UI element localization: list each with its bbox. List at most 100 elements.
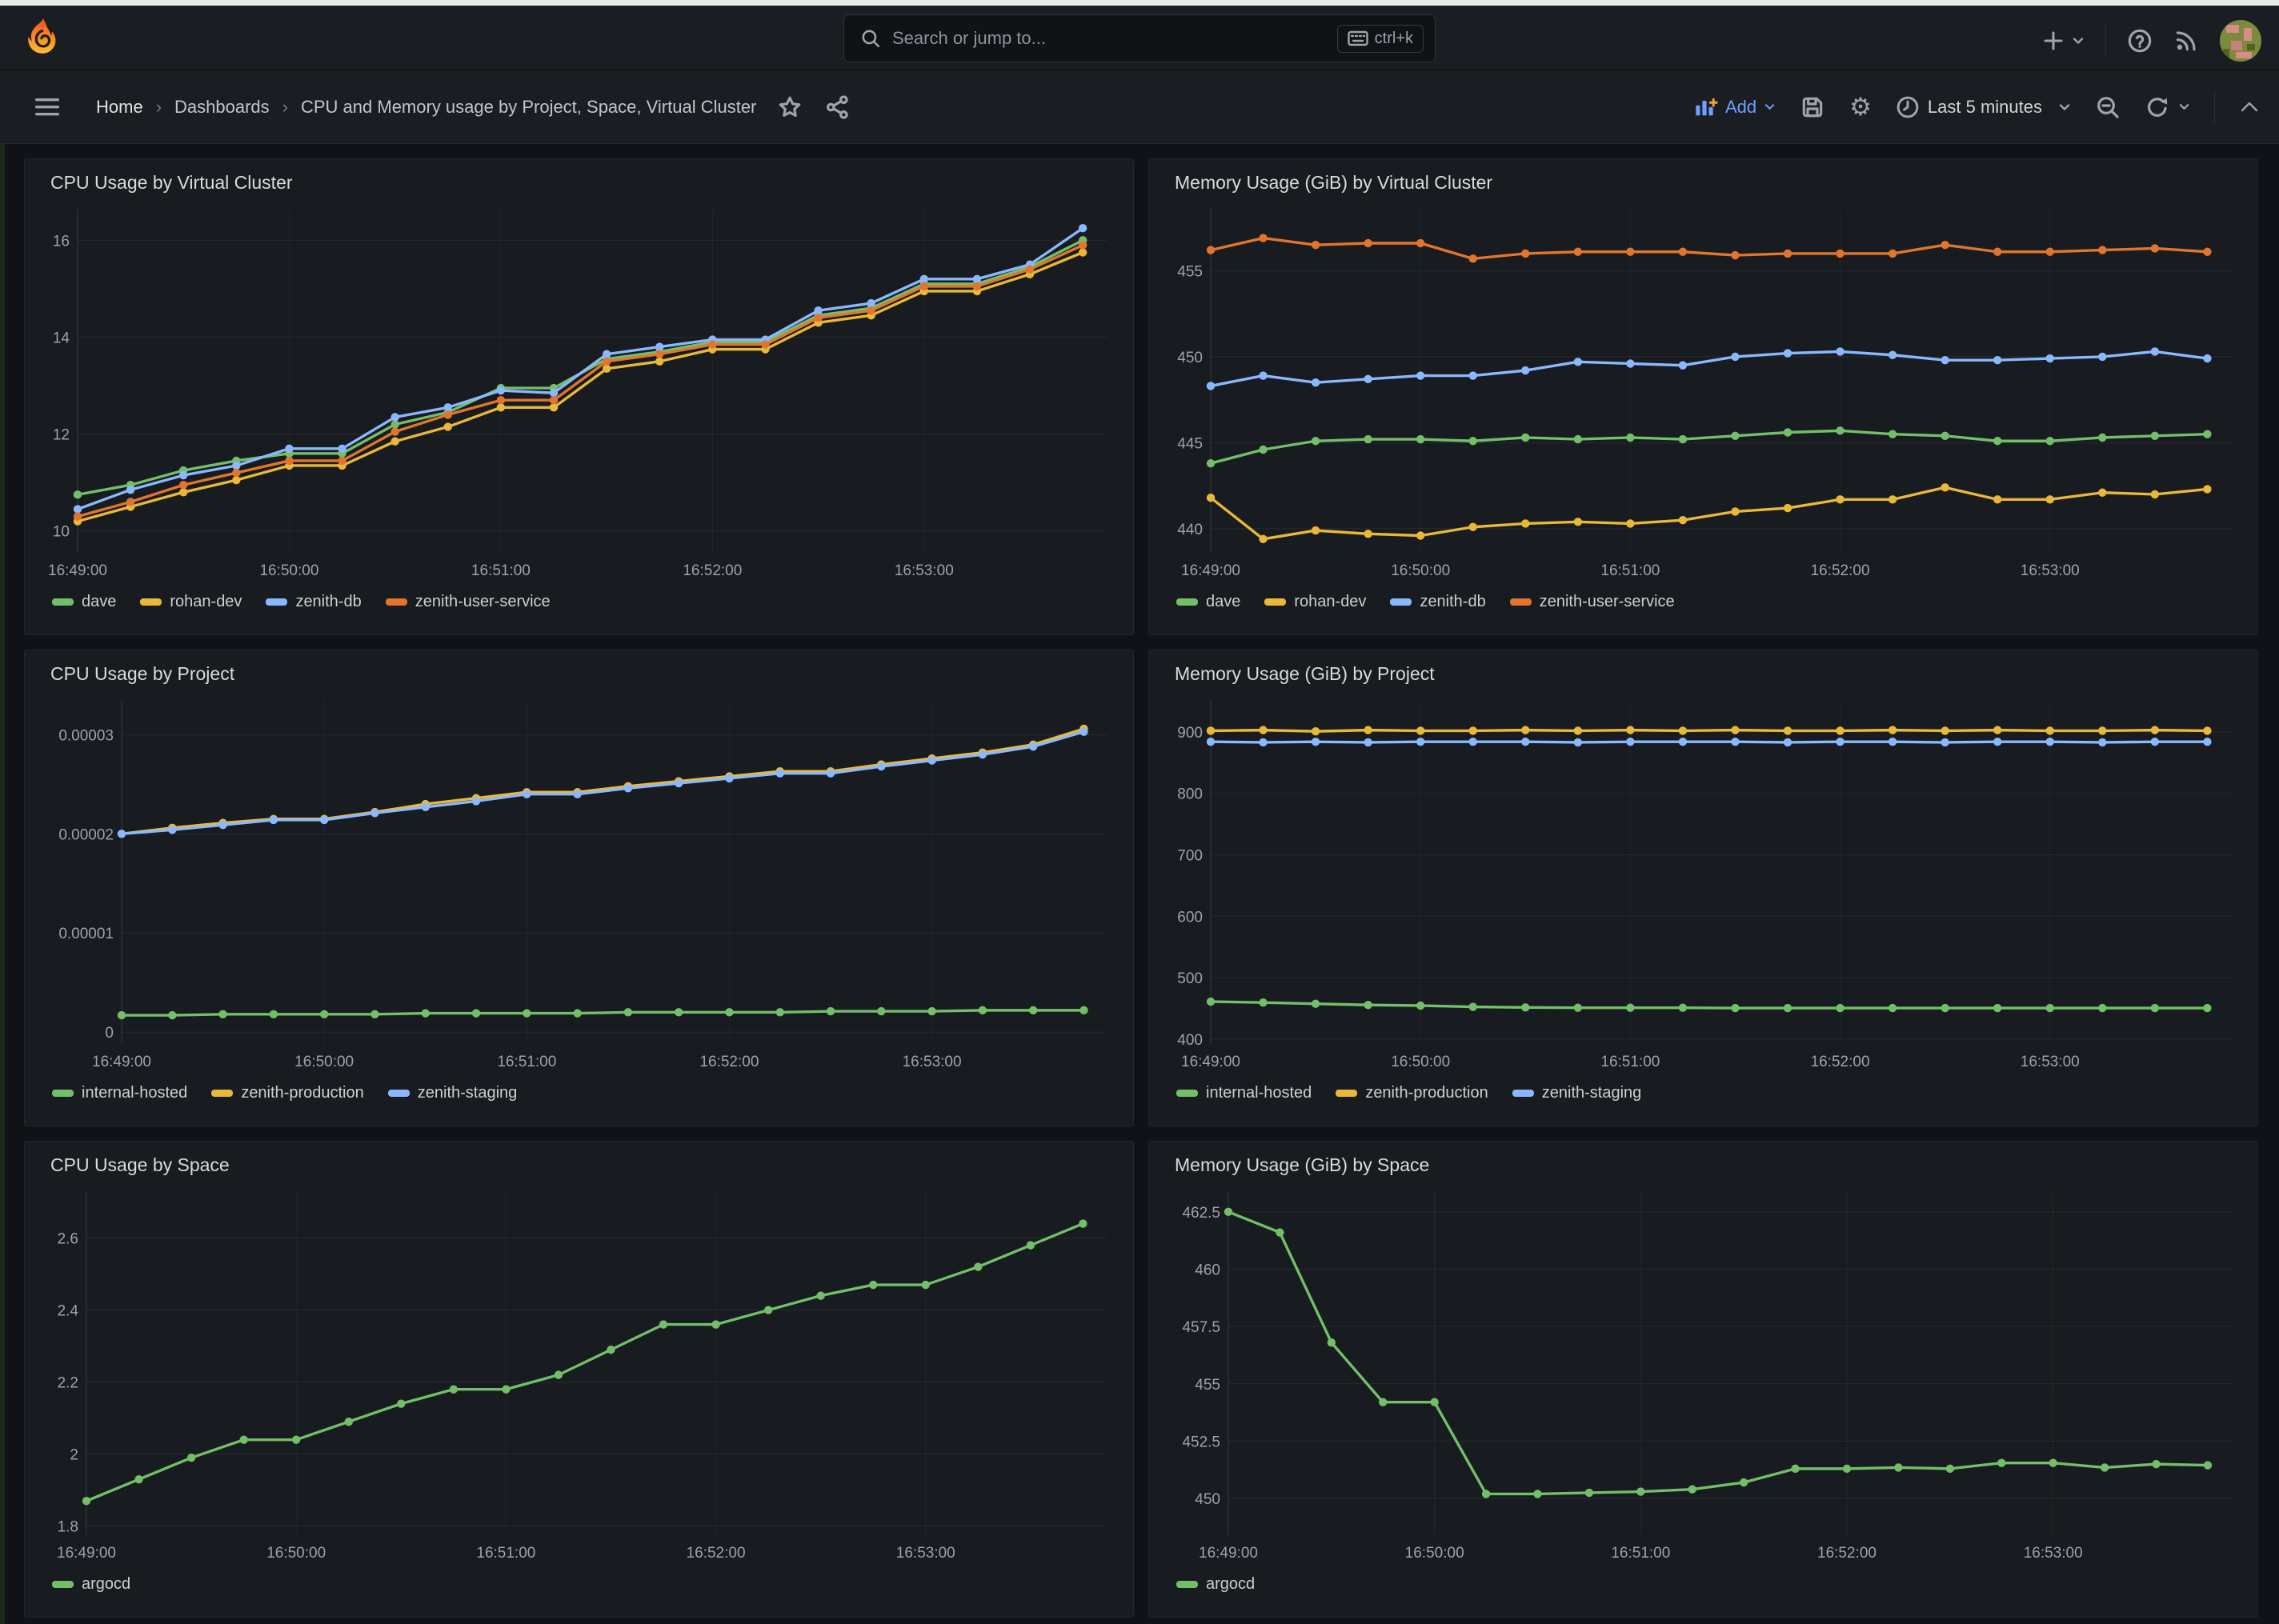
legend-item-rohan-dev[interactable]: rohan-dev <box>1264 593 1366 611</box>
legend-item-zenith-staging[interactable]: zenith-staging <box>1512 1084 1642 1102</box>
panel-title[interactable]: Memory Usage (GiB) by Space <box>1164 1150 2243 1183</box>
panel-title[interactable]: CPU Usage by Project <box>39 658 1119 692</box>
series-point-argocd <box>1224 1208 1232 1216</box>
chart-cpu-by-project[interactable]: 00.000010.000020.0000316:49:0016:50:0016… <box>39 692 1119 1074</box>
legend-item-zenith-production[interactable]: zenith-production <box>1336 1084 1488 1102</box>
panel-title[interactable]: CPU Usage by Space <box>39 1150 1119 1183</box>
legend-item-zenith-user-service[interactable]: zenith-user-service <box>1510 593 1675 611</box>
news-rss-button[interactable] <box>2173 28 2199 54</box>
series-point-argocd <box>82 1497 90 1505</box>
series-point-rohan-dev <box>2203 485 2211 493</box>
series-point-internal-hosted <box>1941 1004 1949 1012</box>
series-line-argocd <box>86 1224 1083 1502</box>
series-point-zenith-production <box>1207 726 1215 734</box>
series-point-zenith-production <box>1521 726 1529 734</box>
menu-toggle-button[interactable] <box>34 95 61 119</box>
series-point-argocd <box>1379 1398 1387 1406</box>
legend-item-zenith-staging[interactable]: zenith-staging <box>388 1084 518 1102</box>
x-tick-label: 16:53:00 <box>2021 1054 2080 1070</box>
search-input[interactable] <box>892 28 1337 49</box>
series-point-zenith-staging <box>370 809 378 817</box>
series-point-zenith-db <box>285 445 293 453</box>
chart-cpu-by-space[interactable]: 1.822.22.42.616:49:0016:50:0016:51:0016:… <box>39 1183 1119 1566</box>
save-dashboard-button[interactable] <box>1800 94 1825 120</box>
panel-title[interactable]: Memory Usage (GiB) by Project <box>1164 658 2243 692</box>
x-tick-label: 16:49:00 <box>1199 1545 1258 1562</box>
breadcrumb-dashboards[interactable]: Dashboards <box>174 97 270 118</box>
series-point-zenith-user-service <box>867 306 875 314</box>
dashboard-settings-button[interactable]: ⚙ <box>1849 93 1872 122</box>
series-point-rohan-dev <box>1941 483 1949 491</box>
new-menu-button[interactable] <box>2041 29 2085 53</box>
chart-memory-by-virtual-cluster[interactable]: 44044545045516:49:0016:50:0016:51:0016:5… <box>1164 201 2243 583</box>
chart-cpu-by-virtual-cluster[interactable]: 1012141616:49:0016:50:0016:51:0016:52:00… <box>39 201 1119 583</box>
series-point-zenith-production <box>1888 726 1896 734</box>
help-button[interactable] <box>2127 28 2153 54</box>
favorite-star-button[interactable] <box>777 94 803 120</box>
x-tick-label: 16:53:00 <box>895 562 954 579</box>
series-point-zenith-staging <box>979 750 987 758</box>
series-point-internal-hosted <box>624 1008 632 1016</box>
series-point-zenith-staging <box>1679 738 1687 746</box>
panel-title[interactable]: CPU Usage by Virtual Cluster <box>39 167 1119 201</box>
legend-item-zenith-production[interactable]: zenith-production <box>211 1084 363 1102</box>
chart-memory-by-project[interactable]: 40050060070080090016:49:0016:50:0016:51:… <box>1164 692 2243 1074</box>
zoom-out-time-button[interactable] <box>2095 94 2121 120</box>
user-avatar[interactable] <box>2220 20 2261 62</box>
series-point-zenith-db <box>74 505 82 513</box>
legend-item-dave[interactable]: dave <box>1176 593 1240 611</box>
chart-legend: argocd <box>1164 1566 2243 1602</box>
series-point-internal-hosted <box>1731 1004 1739 1012</box>
series-point-zenith-db <box>444 403 452 411</box>
legend-label: rohan-dev <box>1294 593 1366 611</box>
series-point-zenith-db <box>1469 371 1477 379</box>
legend-item-internal-hosted[interactable]: internal-hosted <box>52 1084 187 1102</box>
grafana-logo[interactable] <box>22 17 64 58</box>
series-point-zenith-user-service <box>1469 254 1477 262</box>
legend-item-zenith-db[interactable]: zenith-db <box>266 593 361 611</box>
panel-title[interactable]: Memory Usage (GiB) by Virtual Cluster <box>1164 167 2243 201</box>
chart-memory-by-space[interactable]: 450452.5455457.5460462.516:49:0016:50:00… <box>1164 1183 2243 1566</box>
series-point-zenith-db <box>920 275 928 283</box>
series-point-zenith-db <box>497 386 505 394</box>
x-tick-label: 16:49:00 <box>1181 1054 1240 1070</box>
global-search[interactable]: ctrl+k <box>843 14 1436 62</box>
series-point-zenith-db <box>1993 356 2001 364</box>
series-line-zenith-user-service <box>78 245 1083 516</box>
series-point-zenith-staging <box>523 790 531 798</box>
legend-item-argocd[interactable]: argocd <box>52 1575 130 1594</box>
legend-item-dave[interactable]: dave <box>52 593 116 611</box>
collapse-toolbar-button[interactable] <box>2239 100 2260 114</box>
series-point-zenith-staging <box>1836 738 1844 746</box>
legend-label: dave <box>82 593 116 611</box>
series-point-zenith-staging <box>1784 738 1792 746</box>
chart-canvas: 450452.5455457.5460462.516:49:0016:50:00… <box>1164 1183 2243 1566</box>
add-panel-button[interactable]: Add <box>1694 96 1776 118</box>
time-range-picker[interactable]: Last 5 minutes <box>1896 95 2071 119</box>
series-point-zenith-user-service <box>1993 248 2001 256</box>
series-line-zenith-db <box>78 228 1083 509</box>
keyboard-icon <box>1348 30 1368 46</box>
series-point-internal-hosted <box>270 1010 278 1018</box>
series-point-zenith-db <box>1207 382 1215 390</box>
series-point-zenith-user-service <box>1731 251 1739 259</box>
breadcrumb-home[interactable]: Home <box>96 97 143 118</box>
series-point-zenith-db <box>814 306 822 314</box>
series-point-zenith-production <box>2046 726 2054 734</box>
legend-item-internal-hosted[interactable]: internal-hosted <box>1176 1084 1312 1102</box>
legend-item-rohan-dev[interactable]: rohan-dev <box>140 593 242 611</box>
panel-cpu-usage-by-space: CPU Usage by Space 1.822.22.42.616:49:00… <box>24 1141 1134 1618</box>
legend-item-zenith-user-service[interactable]: zenith-user-service <box>386 593 551 611</box>
panel-cpu-usage-by-virtual-cluster: CPU Usage by Virtual Cluster 1012141616:… <box>24 158 1134 635</box>
series-point-zenith-staging <box>2046 738 2054 746</box>
series-point-rohan-dev <box>232 476 240 484</box>
legend-swatch <box>1176 1581 1198 1588</box>
share-button[interactable] <box>825 94 851 120</box>
legend-item-argocd[interactable]: argocd <box>1176 1575 1255 1594</box>
refresh-button[interactable] <box>2145 94 2190 120</box>
series-point-argocd <box>187 1454 195 1462</box>
series-point-internal-hosted <box>2151 1004 2159 1012</box>
series-point-rohan-dev <box>655 358 663 366</box>
legend-item-zenith-db[interactable]: zenith-db <box>1390 593 1485 611</box>
y-tick-label: 460 <box>1195 1262 1220 1278</box>
